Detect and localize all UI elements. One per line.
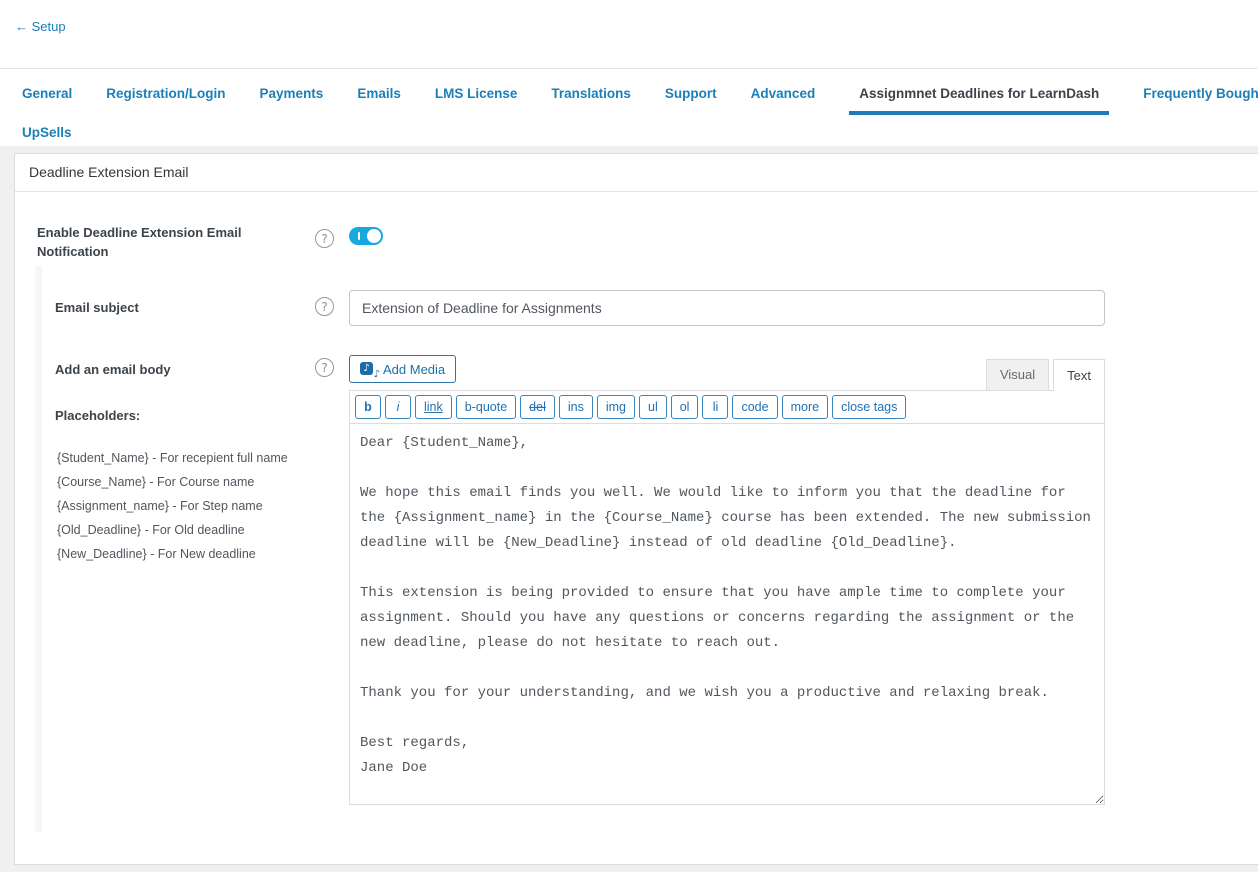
email-subject-row: Email subject ? — [37, 290, 1258, 326]
tab-registration-login[interactable]: Registration/Login — [106, 86, 225, 115]
email-subject-label: Email subject — [37, 290, 315, 317]
add-media-button[interactable]: ♪ ♪ Add Media — [349, 355, 456, 383]
header-band: ← Setup General Registration/Login Payme… — [0, 0, 1258, 146]
quicktag-link-button[interactable]: link — [415, 395, 452, 419]
enable-notification-row: Enable Deadline Extension Email Notifica… — [37, 223, 1258, 261]
email-body-label: Add an email body — [55, 355, 315, 379]
tab-bar: General Registration/Login Payments Emai… — [0, 69, 1258, 115]
email-body-editor: ♪ ♪ Add Media Visual Text b i link — [349, 355, 1105, 805]
quicktag-img-button[interactable]: img — [597, 395, 635, 419]
email-body-row: Add an email body Placeholders: {Student… — [37, 355, 1258, 805]
tab-bar-row2: UpSells — [0, 115, 1258, 146]
tab-support[interactable]: Support — [665, 86, 717, 115]
quicktag-ins-button[interactable]: ins — [559, 395, 593, 419]
media-icon: ♪ ♪ — [360, 362, 375, 376]
placeholder-item: {Assignment_name} - For Step name — [57, 494, 315, 518]
tab-emails[interactable]: Emails — [357, 86, 401, 115]
form-area: Enable Deadline Extension Email Notifica… — [15, 192, 1258, 805]
placeholder-item: {Old_Deadline} - For Old deadline — [57, 518, 315, 542]
tab-frequently-bought-together[interactable]: Frequently Bought Together — [1143, 86, 1258, 115]
tab-general[interactable]: General — [22, 86, 72, 115]
placeholders-title: Placeholders: — [55, 406, 315, 425]
quicktag-bquote-button[interactable]: b-quote — [456, 395, 516, 419]
toggle-knob — [367, 229, 381, 243]
email-body-textarea[interactable]: Dear {Student_Name}, We hope this email … — [350, 424, 1104, 804]
quicktag-italic-button[interactable]: i — [385, 395, 411, 419]
editor-box: b i link b-quote del ins img ul ol li co… — [349, 390, 1105, 805]
quicktag-ol-button[interactable]: ol — [671, 395, 699, 419]
help-icon[interactable]: ? — [315, 358, 334, 377]
tab-advanced[interactable]: Advanced — [751, 86, 816, 115]
placeholder-item: {Course_Name} - For Course name — [57, 470, 315, 494]
enable-notification-label: Enable Deadline Extension Email Notifica… — [37, 223, 315, 261]
editor-tab-text[interactable]: Text — [1053, 359, 1105, 391]
enable-notification-toggle[interactable] — [349, 227, 383, 245]
settings-panel: Deadline Extension Email Enable Deadline… — [14, 153, 1258, 865]
back-to-setup-link[interactable]: ← Setup — [15, 19, 66, 34]
quicktag-code-button[interactable]: code — [732, 395, 777, 419]
tab-assignment-deadlines[interactable]: Assignmnet Deadlines for LearnDash — [849, 86, 1109, 115]
editor-mode-tabs: Visual Text — [986, 359, 1105, 390]
email-subject-input[interactable] — [349, 290, 1105, 326]
quicktag-ul-button[interactable]: ul — [639, 395, 667, 419]
tab-upsells[interactable]: UpSells — [22, 125, 72, 146]
editor-tab-visual[interactable]: Visual — [986, 359, 1049, 390]
help-icon[interactable]: ? — [315, 229, 334, 248]
placeholder-item: {New_Deadline} - For New deadline — [57, 542, 315, 566]
quicktag-del-button[interactable]: del — [520, 395, 555, 419]
add-media-label: Add Media — [383, 362, 445, 377]
toggle-on-mark — [358, 232, 360, 240]
panel-title: Deadline Extension Email — [15, 154, 1258, 192]
quicktag-closetags-button[interactable]: close tags — [832, 395, 906, 419]
tab-translations[interactable]: Translations — [551, 86, 631, 115]
quicktags-toolbar: b i link b-quote del ins img ul ol li co… — [350, 391, 1104, 424]
help-icon[interactable]: ? — [315, 297, 334, 316]
placeholder-item: {Student_Name} - For recepient full name — [57, 446, 315, 470]
tab-payments[interactable]: Payments — [260, 86, 324, 115]
quicktag-more-button[interactable]: more — [782, 395, 828, 419]
tab-lms-license[interactable]: LMS License — [435, 86, 518, 115]
quicktag-bold-button[interactable]: b — [355, 395, 381, 419]
quicktag-li-button[interactable]: li — [702, 395, 728, 419]
placeholders-list: {Student_Name} - For recepient full name… — [47, 446, 315, 566]
